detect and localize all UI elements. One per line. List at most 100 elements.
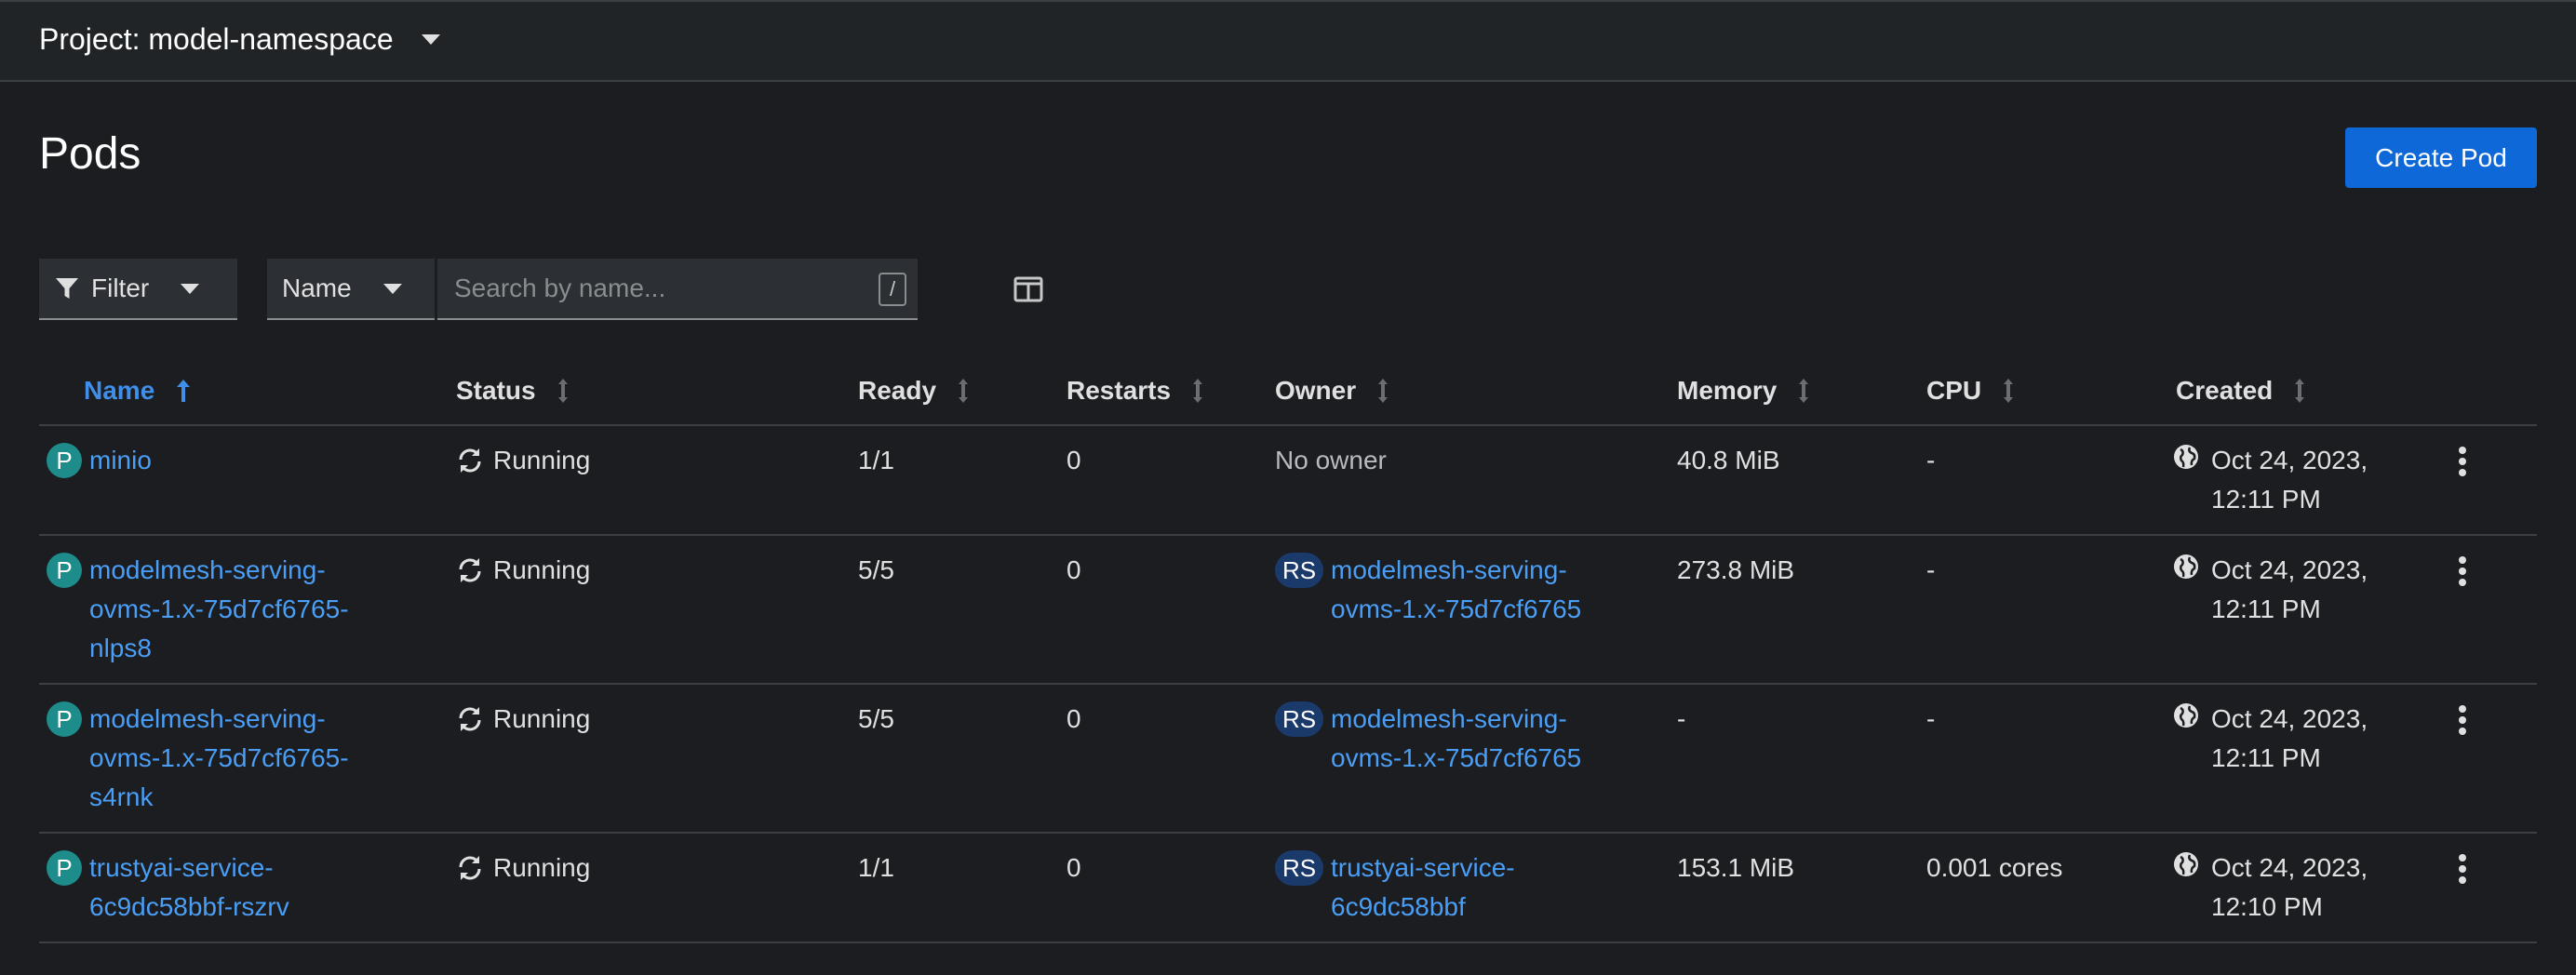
text-line: s4rnk <box>89 782 154 811</box>
restarts-value: 0 <box>1067 555 1081 584</box>
column-header-name[interactable]: Name <box>84 376 192 406</box>
text-line: Oct 24, 2023, <box>2211 555 2368 584</box>
text-line: ovms-1.x-75d7cf6765- <box>89 743 349 772</box>
project-label: Project: model-namespace <box>39 22 394 56</box>
column-label: Created <box>2176 376 2274 405</box>
sort-arrows-icon <box>1799 379 1809 403</box>
sort-arrows-icon <box>959 379 969 403</box>
text-line: trustyai-service- <box>89 853 274 882</box>
column-label: Owner <box>1275 376 1357 405</box>
caret-down-icon <box>421 34 440 45</box>
pod-badge: P <box>47 850 82 886</box>
text-line: modelmesh-serving- <box>1331 555 1567 584</box>
kebab-icon[interactable] <box>2444 553 2481 590</box>
ready-value: 5/5 <box>858 704 894 733</box>
column-header-restarts[interactable]: Restarts <box>1067 376 1204 406</box>
text-line: Oct 24, 2023, <box>2211 853 2368 882</box>
text-line: 12:11 PM <box>2211 743 2321 772</box>
table-header: Name Status Ready Restarts Owner Memory … <box>39 363 2537 426</box>
pod-name-link[interactable]: modelmesh-serving-ovms-1.x-75d7cf6765- nl… <box>89 551 349 668</box>
attribute-select[interactable]: Name <box>267 259 435 320</box>
cpu-value: 0.001 cores <box>1926 853 2063 882</box>
kebab-icon[interactable] <box>2444 850 2481 888</box>
replicaset-badge: RS <box>1275 553 1323 588</box>
status-text: Running <box>493 555 591 584</box>
pod-name-link[interactable]: modelmesh-serving-ovms-1.x-75d7cf6765- s4… <box>89 700 349 817</box>
sync-icon <box>459 707 481 731</box>
search-shortcut-hint: / <box>879 273 906 306</box>
ready-value: 5/5 <box>858 555 894 584</box>
sort-arrows-icon <box>2295 379 2305 403</box>
column-label: CPU <box>1926 376 1982 405</box>
chevron-down-icon <box>181 283 200 294</box>
owner-link[interactable]: trustyai-service- 6c9dc58bbf <box>1331 848 1515 927</box>
column-header-cpu[interactable]: CPU <box>1926 376 2015 406</box>
cpu-value: - <box>1926 704 1936 733</box>
pod-name-link[interactable]: trustyai-service- 6c9dc58bbf-rszrv <box>89 848 289 927</box>
created-timestamp: Oct 24, 2023, 12:11 PM <box>2211 441 2368 519</box>
table-body: Pminio Running 1/1 0 No owner 40.8 MiB - Oct 24… <box>39 426 2537 943</box>
table-row: Pmodelmesh-serving-ovms-1.x-75d7cf6765- n… <box>39 536 2537 685</box>
manage-columns-icon[interactable] <box>1013 274 1044 305</box>
filter-label: Filter <box>91 274 150 302</box>
text-line: modelmesh-serving- <box>89 704 326 733</box>
column-label: Memory <box>1677 376 1778 405</box>
sort-arrows-icon <box>2004 379 2014 403</box>
text-line: 12:11 PM <box>2211 594 2321 623</box>
text-line: 6c9dc58bbf-rszrv <box>89 892 289 921</box>
memory-value: 40.8 MiB <box>1677 446 1780 474</box>
text-line: Oct 24, 2023, <box>2211 446 2368 474</box>
cpu-value: - <box>1926 446 1936 474</box>
column-label: Status <box>456 376 536 405</box>
filter-button[interactable]: Filter <box>39 259 237 320</box>
text-line: Oct 24, 2023, <box>2211 704 2368 733</box>
column-label: Restarts <box>1067 376 1172 405</box>
pod-name-link[interactable]: minio <box>89 441 152 480</box>
chevron-down-icon <box>382 283 402 294</box>
table-row: Ptrustyai-service- 6c9dc58bbf-rszrv Runnin… <box>39 834 2537 943</box>
column-header-created[interactable]: Created <box>2176 376 2306 406</box>
text-line: nlps8 <box>89 634 152 662</box>
sort-arrows-icon <box>1193 379 1203 403</box>
search-input[interactable] <box>437 259 865 318</box>
sync-icon <box>459 558 481 582</box>
owner-link[interactable]: modelmesh-serving-ovms-1.x-75d7cf6765 <box>1331 700 1581 778</box>
created-timestamp: Oct 24, 2023, 12:11 PM <box>2211 700 2368 778</box>
column-header-ready[interactable]: Ready <box>858 376 970 406</box>
sync-icon <box>459 448 481 473</box>
column-header-owner[interactable]: Owner <box>1275 376 1389 406</box>
owner-link[interactable]: modelmesh-serving-ovms-1.x-75d7cf6765 <box>1331 551 1581 629</box>
project-selector[interactable]: Project: model-namespace <box>39 22 440 57</box>
arrow-up-icon <box>177 380 191 402</box>
globe-icon <box>2174 852 2198 876</box>
restarts-value: 0 <box>1067 853 1081 882</box>
table-row: Pmodelmesh-serving-ovms-1.x-75d7cf6765- s… <box>39 685 2537 834</box>
pod-badge: P <box>47 443 82 478</box>
page-title: Pods <box>39 129 141 179</box>
memory-value: - <box>1677 704 1686 733</box>
sort-arrows-icon <box>557 379 568 403</box>
text-line: ovms-1.x-75d7cf6765 <box>1331 743 1582 772</box>
pods-table: Name Status Ready Restarts Owner Memory … <box>39 363 2537 943</box>
globe-icon <box>2174 703 2198 728</box>
globe-icon <box>2174 554 2198 579</box>
text-line: ovms-1.x-75d7cf6765 <box>1331 594 1582 623</box>
text-line: modelmesh-serving- <box>89 555 326 584</box>
text-line: modelmesh-serving- <box>1331 704 1567 733</box>
text-line: 12:10 PM <box>2211 892 2323 921</box>
pod-badge: P <box>47 701 82 737</box>
restarts-value: 0 <box>1067 704 1081 733</box>
memory-value: 153.1 MiB <box>1677 853 1795 882</box>
replicaset-badge: RS <box>1275 850 1323 886</box>
column-header-memory[interactable]: Memory <box>1677 376 1810 406</box>
ready-value: 1/1 <box>858 446 894 474</box>
column-header-status[interactable]: Status <box>456 376 570 406</box>
memory-value: 273.8 MiB <box>1677 555 1795 584</box>
kebab-icon[interactable] <box>2444 443 2481 480</box>
cpu-value: - <box>1926 555 1936 584</box>
search-box: / <box>437 259 918 320</box>
kebab-icon[interactable] <box>2444 701 2481 739</box>
create-pod-button[interactable]: Create Pod <box>2345 127 2537 188</box>
attribute-select-label: Name <box>282 274 352 302</box>
funnel-icon <box>56 278 78 299</box>
